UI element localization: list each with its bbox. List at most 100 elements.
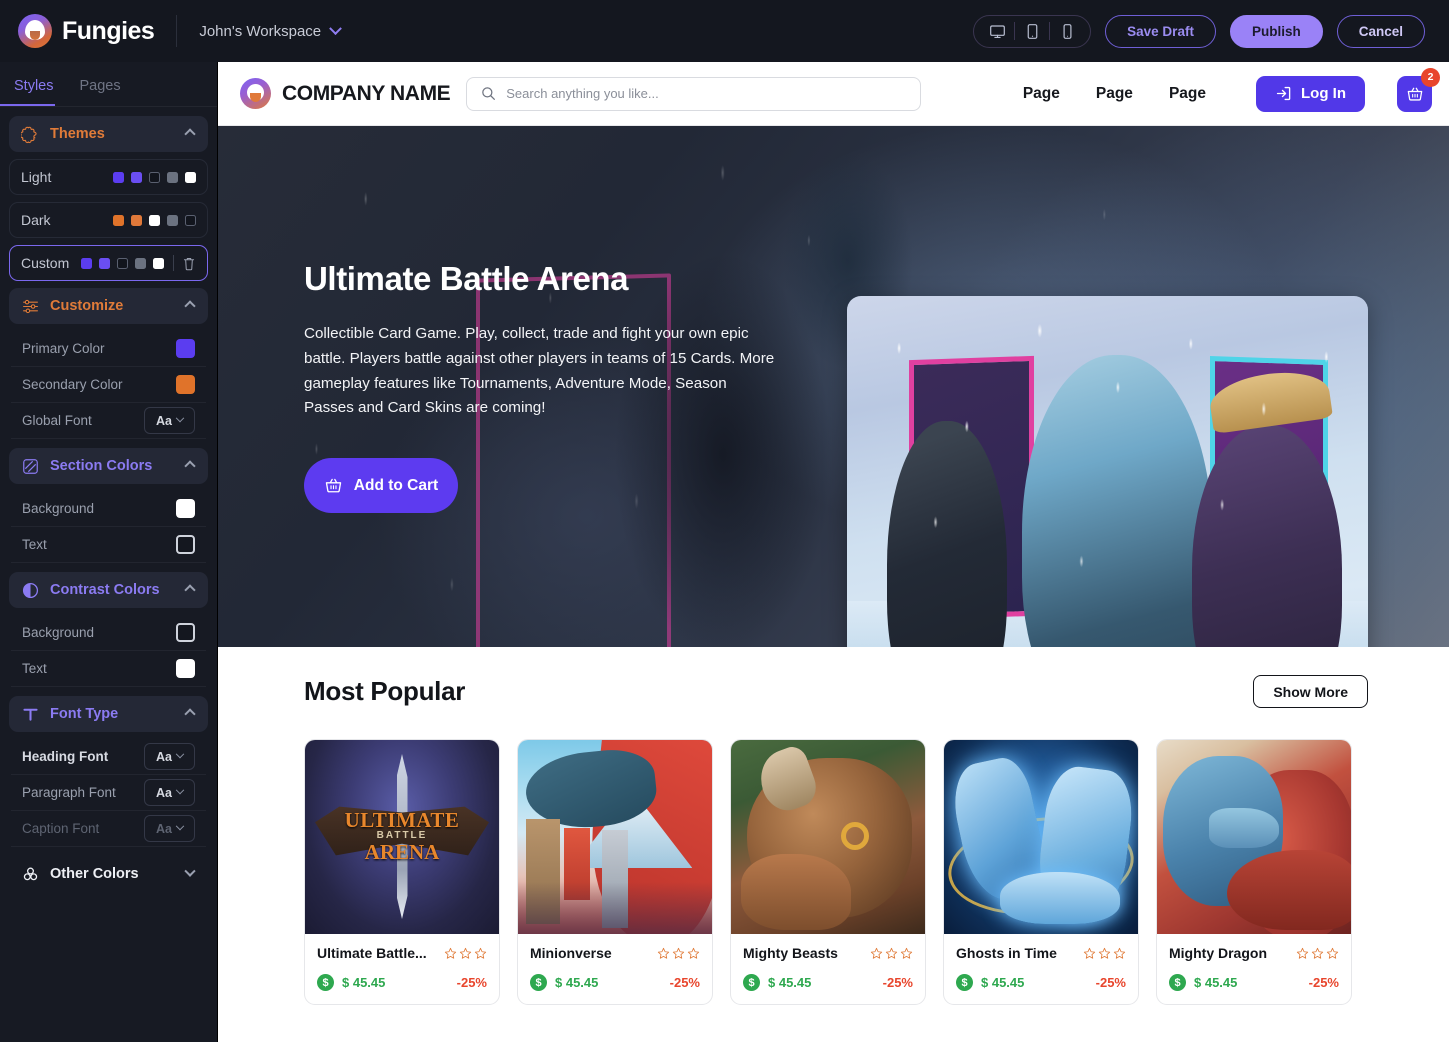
sidebar-scroll-area[interactable]: Themes Light Dark Custom Customize Prima… <box>0 107 217 1042</box>
swatch-1[interactable] <box>113 214 124 226</box>
swatch-4[interactable] <box>167 214 178 226</box>
tab-styles[interactable]: Styles <box>14 78 54 106</box>
product-card[interactable]: Mighty Dragon $ $ 45.45 -25% <box>1156 739 1352 1005</box>
row-label: Secondary Color <box>22 377 123 392</box>
desktop-view-button[interactable] <box>982 18 1012 44</box>
swatch-5[interactable] <box>153 257 164 269</box>
save-draft-button[interactable]: Save Draft <box>1105 14 1216 48</box>
product-card[interactable]: Ghosts in Time $ $ 45.45 -25% <box>943 739 1139 1005</box>
row-secondary-color[interactable]: Secondary Color <box>11 367 206 403</box>
swatch-2[interactable] <box>131 214 142 226</box>
caption-font-select[interactable]: Aa <box>144 815 195 842</box>
section-header-themes[interactable]: Themes <box>9 116 208 152</box>
product-art-ghosts-in-time <box>944 740 1138 934</box>
star-icon <box>1296 947 1309 959</box>
product-card-body: Mighty Dragon $ $ 45.45 -25% <box>1157 934 1351 1004</box>
section-header-other-colors[interactable]: Other Colors <box>9 856 208 892</box>
product-price: $ 45.45 <box>768 975 812 990</box>
swatch-2[interactable] <box>131 171 142 183</box>
chevron-down-icon <box>175 785 185 794</box>
swatch-3[interactable] <box>117 257 128 269</box>
swatch-1[interactable] <box>113 171 124 183</box>
swatch-5[interactable] <box>185 214 196 226</box>
star-icon <box>672 947 685 959</box>
styles-sidebar: Styles Pages Themes Light Dark Custom Cu… <box>0 62 218 1042</box>
diagonal-square-icon <box>23 458 38 474</box>
section-header-customize[interactable]: Customize <box>9 288 208 324</box>
row-label: Text <box>22 537 47 552</box>
section-header-contrast-colors[interactable]: Contrast Colors <box>9 572 208 608</box>
product-art-minionverse <box>518 740 712 934</box>
swatch-5[interactable] <box>185 171 196 183</box>
theme-row-custom[interactable]: Custom <box>9 245 208 281</box>
section-header-font-type[interactable]: Font Type <box>9 696 208 732</box>
add-to-cart-button[interactable]: Add to Cart <box>304 458 458 514</box>
product-rating-stars[interactable] <box>870 947 913 960</box>
workspace-selector[interactable]: John's Workspace <box>199 21 343 40</box>
show-more-button[interactable]: Show More <box>1253 675 1368 708</box>
row-section-background[interactable]: Background <box>11 491 206 527</box>
product-card-body: Ghosts in Time $ $ 45.45 -25% <box>944 934 1138 1004</box>
star-icon <box>1083 947 1096 959</box>
theme-row-dark[interactable]: Dark <box>9 202 208 238</box>
nav-link-1[interactable]: Page <box>1023 85 1060 103</box>
row-paragraph-font[interactable]: Paragraph Font Aa <box>11 775 206 811</box>
chevron-down-icon-other-colors <box>184 865 196 877</box>
product-price-wrap: $ $ 45.45 <box>530 974 598 991</box>
theme-swatches <box>81 257 164 269</box>
star-icon <box>900 947 913 959</box>
product-card[interactable]: Minionverse $ $ 45.45 -25% <box>517 739 713 1005</box>
swatch-3[interactable] <box>149 171 160 183</box>
swatch-3[interactable] <box>149 214 160 226</box>
font-sample: Aa <box>156 821 172 836</box>
row-global-font[interactable]: Global Font Aa <box>11 403 206 439</box>
device-separator-2 <box>1049 22 1051 40</box>
nav-link-2[interactable]: Page <box>1096 85 1133 103</box>
row-section-text[interactable]: Text <box>11 527 206 563</box>
section-header-section-colors[interactable]: Section Colors <box>9 448 208 484</box>
search-input[interactable]: Search anything you like... <box>466 76 922 111</box>
row-contrast-text[interactable]: Text <box>11 651 206 687</box>
swatch-2[interactable] <box>99 257 110 269</box>
product-card[interactable]: Mighty Beasts $ $ 45.45 -25% <box>730 739 926 1005</box>
primary-color-swatch[interactable] <box>176 339 195 358</box>
mobile-view-button[interactable] <box>1052 18 1082 44</box>
paragraph-font-select[interactable]: Aa <box>144 779 195 806</box>
fungies-brand[interactable]: Fungies <box>18 14 155 48</box>
contrast-text-swatch[interactable] <box>176 659 195 678</box>
theme-row-light[interactable]: Light <box>9 159 208 195</box>
global-font-select[interactable]: Aa <box>144 407 195 434</box>
product-card[interactable]: ULTIMATE BATTLE ARENA Ultimate Battle... <box>304 739 500 1005</box>
heading-font-select[interactable]: Aa <box>144 743 195 770</box>
product-rating-stars[interactable] <box>1083 947 1126 960</box>
cancel-button[interactable]: Cancel <box>1336 14 1425 48</box>
product-image <box>944 740 1138 934</box>
row-heading-font[interactable]: Heading Font Aa <box>11 739 206 775</box>
product-rating-stars[interactable] <box>1296 947 1339 960</box>
cart-button[interactable]: 2 <box>1397 67 1440 112</box>
product-rating-stars[interactable] <box>657 947 700 960</box>
secondary-color-swatch[interactable] <box>176 375 195 394</box>
publish-button[interactable]: Publish <box>1229 14 1323 48</box>
contrast-background-swatch[interactable] <box>176 623 195 642</box>
row-label: Paragraph Font <box>22 785 116 800</box>
tablet-view-button[interactable] <box>1017 18 1047 44</box>
nav-link-3[interactable]: Page <box>1169 85 1206 103</box>
section-background-swatch[interactable] <box>176 499 195 518</box>
site-brand[interactable]: COMPANY NAME <box>240 78 451 109</box>
swatch-4[interactable] <box>135 257 146 269</box>
product-rating-stars[interactable] <box>444 947 487 960</box>
login-button[interactable]: Log In <box>1256 75 1365 112</box>
trash-icon[interactable] <box>182 256 196 271</box>
row-caption-font[interactable]: Caption Font Aa <box>11 811 206 847</box>
swatch-4[interactable] <box>167 171 178 183</box>
star-icon <box>870 947 883 959</box>
tab-pages[interactable]: Pages <box>80 78 121 106</box>
star-icon <box>444 947 457 959</box>
swatch-1[interactable] <box>81 257 92 269</box>
row-contrast-background[interactable]: Background <box>11 615 206 651</box>
art-arm <box>741 854 851 930</box>
section-text-swatch[interactable] <box>176 535 195 554</box>
art-gold-ring <box>841 822 869 850</box>
row-primary-color[interactable]: Primary Color <box>11 331 206 367</box>
